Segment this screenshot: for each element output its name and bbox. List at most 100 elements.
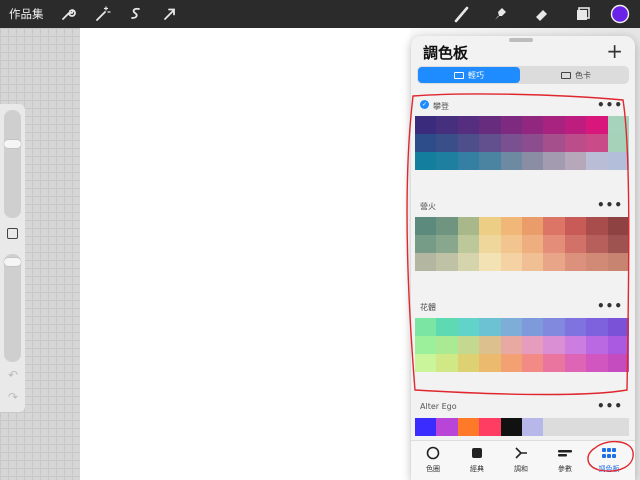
transform-arrow-icon[interactable] <box>160 4 180 24</box>
color-swatch[interactable] <box>415 318 437 336</box>
color-swatch[interactable] <box>436 418 458 436</box>
color-swatch[interactable] <box>479 116 501 134</box>
color-swatch[interactable] <box>607 217 629 235</box>
color-swatch[interactable] <box>543 134 565 152</box>
color-swatch[interactable] <box>479 318 501 336</box>
color-swatch[interactable] <box>436 134 458 152</box>
color-swatch[interactable] <box>521 354 544 372</box>
color-swatch[interactable] <box>521 336 544 354</box>
color-swatch[interactable] <box>586 336 608 354</box>
color-swatch[interactable] <box>521 418 544 436</box>
color-swatch[interactable] <box>500 116 522 134</box>
color-swatch[interactable] <box>457 318 480 336</box>
brush-icon[interactable] <box>452 4 472 24</box>
color-swatch[interactable] <box>436 116 458 134</box>
color-swatch[interactable] <box>607 134 629 152</box>
color-swatch[interactable] <box>607 253 629 271</box>
more-options-icon[interactable]: ••• <box>597 199 623 211</box>
color-swatch[interactable] <box>500 418 522 436</box>
selection-icon[interactable] <box>126 4 146 24</box>
color-swatch[interactable] <box>500 354 522 372</box>
undo-icon[interactable]: ↶ <box>6 368 20 382</box>
color-swatch[interactable] <box>586 152 608 170</box>
color-swatch[interactable] <box>457 336 480 354</box>
color-swatch[interactable] <box>479 152 501 170</box>
color-swatch[interactable] <box>479 217 501 235</box>
color-swatch[interactable] <box>586 253 608 271</box>
color-swatch[interactable] <box>436 235 458 253</box>
color-swatch[interactable] <box>564 418 587 436</box>
smudge-icon[interactable] <box>490 4 510 24</box>
color-swatch[interactable] <box>607 235 629 253</box>
color-swatch[interactable] <box>521 253 544 271</box>
redo-icon[interactable]: ↷ <box>6 390 20 404</box>
color-swatch[interactable] <box>586 318 608 336</box>
gallery-button[interactable]: 作品集 <box>9 6 44 22</box>
color-swatch[interactable] <box>543 354 565 372</box>
color-swatch[interactable] <box>415 253 437 271</box>
color-swatch[interactable] <box>564 217 587 235</box>
brush-size-slider[interactable] <box>4 110 21 218</box>
modify-button[interactable] <box>7 228 18 239</box>
color-swatch[interactable] <box>543 336 565 354</box>
color-swatch[interactable] <box>607 418 629 436</box>
color-swatch[interactable] <box>415 217 437 235</box>
color-swatch[interactable] <box>500 152 522 170</box>
color-swatch[interactable] <box>564 318 587 336</box>
segment-compact[interactable]: 輕巧 <box>418 67 520 83</box>
color-swatch[interactable] <box>543 116 565 134</box>
color-swatch[interactable] <box>500 217 522 235</box>
color-swatch[interactable] <box>479 336 501 354</box>
color-swatch[interactable] <box>543 217 565 235</box>
more-options-icon[interactable]: ••• <box>597 99 623 111</box>
wrench-icon[interactable] <box>58 4 78 24</box>
color-swatch[interactable] <box>543 235 565 253</box>
segment-cards[interactable]: 色卡 <box>525 67 627 83</box>
color-swatch[interactable] <box>564 336 587 354</box>
brush-size-knob[interactable] <box>4 140 21 148</box>
tab-harmony[interactable]: 調和 <box>501 445 541 474</box>
color-swatch[interactable] <box>564 253 587 271</box>
color-swatch[interactable] <box>479 418 501 436</box>
color-swatch[interactable] <box>415 134 437 152</box>
color-swatch[interactable] <box>457 217 480 235</box>
color-swatch[interactable] <box>457 418 480 436</box>
eraser-icon[interactable] <box>532 4 552 24</box>
color-swatch[interactable] <box>607 354 629 372</box>
color-swatch[interactable] <box>479 253 501 271</box>
color-swatch[interactable] <box>436 217 458 235</box>
color-swatch[interactable] <box>415 336 437 354</box>
drawing-canvas[interactable] <box>80 28 410 480</box>
color-swatch[interactable] <box>415 354 437 372</box>
more-options-icon[interactable]: ••• <box>597 300 623 312</box>
tab-palettes[interactable]: 調色板 <box>589 445 629 474</box>
color-swatch[interactable] <box>607 116 629 134</box>
opacity-knob[interactable] <box>4 258 21 266</box>
color-swatch[interactable] <box>457 134 480 152</box>
color-swatch[interactable] <box>521 152 544 170</box>
tab-classic[interactable]: 經典 <box>457 445 497 474</box>
color-swatch[interactable] <box>436 336 458 354</box>
color-swatch[interactable] <box>436 318 458 336</box>
color-swatch[interactable] <box>564 152 587 170</box>
tab-value[interactable]: 參數 <box>545 445 585 474</box>
color-icon[interactable] <box>610 4 630 24</box>
color-swatch[interactable] <box>543 253 565 271</box>
color-swatch[interactable] <box>500 134 522 152</box>
color-swatch[interactable] <box>607 152 629 170</box>
color-swatch[interactable] <box>415 116 437 134</box>
color-swatch[interactable] <box>543 152 565 170</box>
color-swatch[interactable] <box>586 418 608 436</box>
color-swatch[interactable] <box>436 152 458 170</box>
color-swatch[interactable] <box>457 354 480 372</box>
color-swatch[interactable] <box>500 235 522 253</box>
color-swatch[interactable] <box>607 336 629 354</box>
color-swatch[interactable] <box>586 116 608 134</box>
more-options-icon[interactable]: ••• <box>597 400 623 412</box>
color-swatch[interactable] <box>479 354 501 372</box>
color-swatch[interactable] <box>415 418 437 436</box>
color-swatch[interactable] <box>457 152 480 170</box>
color-swatch[interactable] <box>543 318 565 336</box>
color-swatch[interactable] <box>564 354 587 372</box>
magic-wand-icon[interactable] <box>92 4 112 24</box>
